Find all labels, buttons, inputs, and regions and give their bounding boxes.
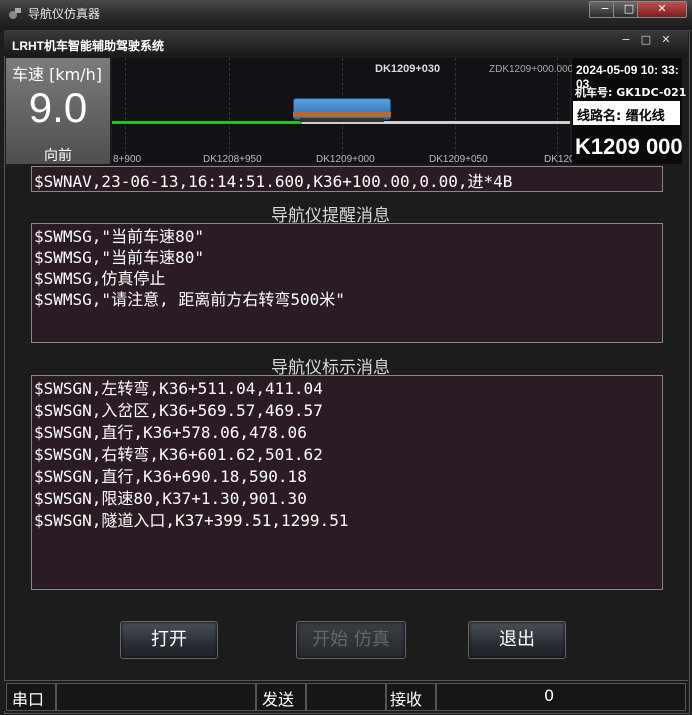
sign-line: $SWSGN,左转弯,K36+511.04,411.04: [34, 379, 323, 398]
current-dk-label: DK1209+030: [375, 63, 441, 75]
sign-line: $SWSGN,限速80,K37+1.30,901.30: [34, 489, 307, 508]
sign-line: $SWSGN,直行,K36+690.18,590.18: [34, 467, 307, 486]
sign-line: $SWSGN,隧道入口,K37+399.51,1299.51: [34, 511, 349, 530]
open-button[interactable]: 打开: [120, 621, 218, 659]
remind-line: $SWMSG,"当前车速80": [34, 227, 204, 246]
close-button[interactable]: ✕: [637, 1, 687, 18]
locomotive-wheels: [300, 118, 384, 122]
app-icon: [9, 8, 21, 19]
recv-label: 接收: [390, 690, 423, 709]
port-value-cell: [56, 683, 256, 711]
exit-button[interactable]: 退出: [468, 621, 566, 659]
locomotive-stripe: [293, 112, 391, 117]
remind-line: $SWMSG,"请注意, 距离前方右转弯500米": [34, 290, 345, 309]
loco-id-label: 机车号: GK1DC-021: [575, 86, 687, 99]
remind-line: $SWMSG,仿真停止: [34, 269, 166, 288]
sign-line: $SWSGN,右转弯,K36+601.62,501.62: [34, 445, 323, 464]
km-tick-label: DK120: [544, 154, 575, 165]
nav-message-text: $SWNAV,23-06-13,16:14:51.600,K36+100.00,…: [34, 172, 513, 191]
km-gridline: [125, 58, 127, 164]
current-zdk-label: ZDK1209+000.000: [489, 64, 574, 75]
remind-line: $SWMSG,"当前车速80": [34, 248, 204, 267]
direction-label: 向前: [44, 148, 72, 164]
recv-count: 0: [544, 686, 555, 705]
kilometer-label: K1209 000: [575, 134, 683, 159]
line-name-label: 线路名: 缙化线: [577, 109, 665, 124]
port-label: 串口: [12, 690, 45, 709]
km-tick-label: 8+900: [113, 154, 142, 165]
speed-label: 车速 [km/h]: [12, 65, 102, 84]
start-simulation-button[interactable]: 开始 仿真: [296, 621, 406, 659]
inner-minimize-button[interactable]: −: [618, 34, 634, 46]
km-tick-label: DK1208+950: [203, 154, 262, 165]
inner-maximize-button[interactable]: □: [638, 34, 654, 46]
sign-line: $SWSGN,直行,K36+578.06,478.06: [34, 423, 307, 442]
sign-line: $SWSGN,入岔区,K36+569.57,469.57: [34, 401, 323, 420]
send-label: 发送: [262, 690, 295, 709]
recv-value-cell: [436, 683, 686, 711]
track-passed-line: [112, 121, 302, 124]
inner-window-title: LRHT机车智能辅助驾驶系统: [12, 39, 164, 53]
inner-close-button[interactable]: ✕: [658, 34, 674, 46]
km-gridline: [455, 58, 457, 164]
km-tick-label: DK1209+050: [429, 154, 488, 165]
outer-window-title: 导航仪仿真器: [28, 7, 101, 21]
km-gridline: [229, 58, 231, 164]
km-tick-label: DK1209+000: [316, 154, 375, 165]
speed-value: 9.0: [28, 84, 88, 131]
send-value-cell: [306, 683, 386, 711]
